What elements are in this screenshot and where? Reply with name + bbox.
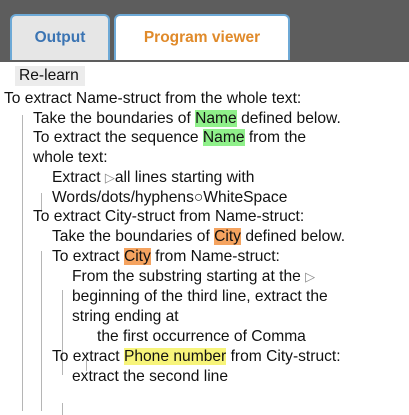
expand-triangle-icon[interactable]: ▷: [105, 170, 115, 185]
step-text: To extract: [52, 348, 124, 365]
program-line: To extract Phone number from City-struct…: [52, 347, 341, 367]
step-text: defined below.: [236, 110, 341, 127]
program-line: From the substring starting at the ▷: [72, 267, 315, 287]
step-text: Take the boundaries of: [33, 110, 196, 127]
step-text: Take the boundaries of: [52, 228, 215, 245]
program-line: Extract ▷all lines starting with: [52, 168, 254, 188]
indent-guide: [62, 403, 63, 415]
program-line: string ending at: [72, 307, 179, 327]
step-text: the first occurrence of Comma: [97, 328, 306, 345]
step-text: from the: [244, 129, 307, 146]
indent-guide: [22, 115, 23, 411]
step-text: To extract: [52, 248, 124, 265]
program-line: Take the boundaries of Name defined belo…: [33, 109, 341, 129]
circle-icon: ○: [193, 189, 204, 206]
step-text: Words/dots/hyphens: [52, 189, 194, 206]
highlight-name: Name: [195, 110, 237, 127]
step-text: extract the second line: [72, 368, 229, 385]
highlight-city: City: [123, 248, 151, 265]
step-text: whole text:: [33, 149, 108, 166]
step-text: beginning of the third line, extract the: [72, 288, 328, 305]
step-text: To extract the sequence: [33, 129, 203, 146]
step-text: from City-struct:: [226, 348, 341, 365]
highlight-phone-number: Phone number: [123, 348, 227, 365]
tab-bar: Output Program viewer: [0, 0, 409, 62]
highlight-name: Name: [202, 129, 245, 146]
step-text: Extract: [52, 169, 105, 186]
program-viewer-panel: Re-learn To extract Name-struct from the…: [0, 62, 409, 415]
program-line: beginning of the third line, extract the: [72, 287, 328, 307]
program-line: whole text:: [33, 148, 108, 168]
relearn-button[interactable]: Re-learn: [15, 66, 85, 86]
step-text: To extract Name-struct from the whole te…: [4, 90, 302, 107]
program-line: To extract the sequence Name from the: [33, 128, 306, 148]
expand-triangle-icon[interactable]: ▷: [305, 269, 315, 284]
step-text: WhiteSpace: [203, 189, 288, 206]
program-line: Words/dots/hyphens○WhiteSpace: [52, 188, 287, 208]
step-text: all lines starting with: [114, 169, 255, 186]
program-line: To extract City-struct from Name-struct:: [33, 207, 304, 227]
step-text: From the substring starting at the: [72, 268, 306, 285]
program-line: extract the second line: [72, 367, 228, 387]
program-line: To extract City from Name-struct:: [52, 247, 280, 267]
tab-output[interactable]: Output: [10, 14, 110, 60]
program-line: Take the boundaries of City defined belo…: [52, 227, 345, 247]
highlight-city: City: [214, 228, 241, 245]
step-text: defined below.: [240, 228, 346, 245]
step-text: from Name-struct:: [150, 248, 280, 265]
step-text: string ending at: [72, 308, 179, 325]
tab-program-viewer[interactable]: Program viewer: [114, 14, 290, 60]
program-line: To extract Name-struct from the whole te…: [4, 89, 301, 109]
step-text: To extract City-struct from Name-struct:: [33, 208, 305, 225]
program-line: the first occurrence of Comma: [97, 327, 306, 347]
indent-guide: [41, 251, 42, 411]
